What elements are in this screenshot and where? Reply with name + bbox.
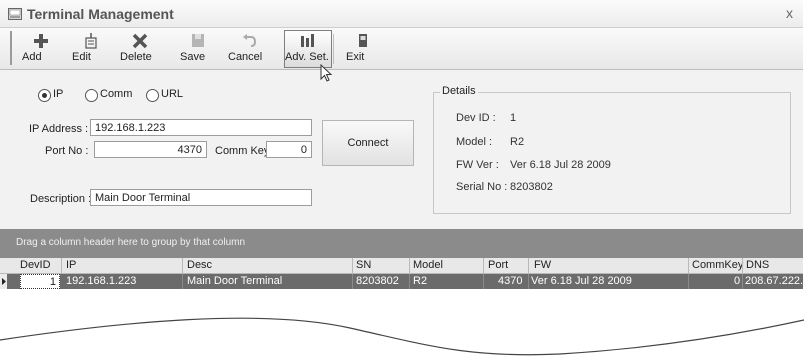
close-icon[interactable]: x (786, 5, 793, 21)
column-divider (688, 258, 689, 273)
exit-label: Exit (346, 51, 365, 63)
description-input[interactable]: Main Door Terminal (90, 189, 312, 206)
window-title: Terminal Management (27, 6, 174, 22)
description-label: Description : (30, 193, 92, 205)
delete-label: Delete (120, 51, 152, 63)
radio-url-label: URL (161, 88, 184, 100)
cancel-button[interactable]: Cancel (228, 31, 270, 67)
cell-divider (352, 274, 353, 289)
focused-cell[interactable]: 1 (20, 274, 60, 289)
cell-devid: 1 (49, 276, 56, 288)
port-input[interactable]: 4370 (94, 141, 207, 158)
column-divider (409, 258, 410, 273)
exit-button[interactable]: Exit (346, 31, 380, 67)
column-divider (182, 258, 183, 273)
undo-icon (243, 34, 257, 47)
group-by-hint: Drag a column header here to group by th… (16, 237, 246, 248)
advanced-settings-icon (301, 34, 314, 47)
cell-divider (742, 274, 743, 289)
cell-dns: 208.67.222. (745, 275, 804, 287)
devid-label: Dev ID : (456, 112, 496, 124)
devid-value: 1 (510, 112, 517, 124)
fw-ver-label: FW Ver : (456, 159, 499, 171)
column-header-dns[interactable]: DNS (746, 259, 769, 271)
save-label: Save (180, 51, 206, 63)
cell-port: 4370 (498, 275, 523, 287)
column-header-fw[interactable]: FW (534, 259, 551, 271)
row-indicator (0, 274, 7, 289)
column-header-port[interactable]: Port (488, 259, 508, 271)
radio-ip[interactable] (38, 89, 51, 102)
cell-divider (409, 274, 410, 289)
current-row-arrow-icon (2, 278, 6, 285)
mouse-cursor-icon (320, 64, 333, 82)
save-icon (192, 34, 204, 47)
model-label: Model : (456, 136, 493, 148)
cell-divider (528, 274, 529, 289)
cell-fw: Ver 6.18 Jul 28 2009 (531, 275, 632, 287)
edit-icon (85, 33, 97, 49)
add-label: Add (22, 51, 42, 63)
terminal-management-window: Terminal Management x Add Edit Delete Sa… (0, 0, 804, 362)
delete-x-icon (132, 33, 148, 49)
add-button[interactable]: Add (22, 31, 60, 67)
radio-comm-label: Comm (100, 88, 133, 100)
cell-commkey: 0 (734, 275, 741, 287)
cell-divider (182, 274, 183, 289)
adv-set-button[interactable]: Adv. Set. (284, 30, 332, 68)
ip-address-input[interactable]: 192.168.1.223 (90, 119, 312, 136)
column-header-model[interactable]: Model (413, 259, 443, 271)
serial-no-value: 8203802 (510, 181, 553, 193)
title-bar: Terminal Management x (0, 0, 803, 28)
serial-no-label: Serial No : (456, 181, 508, 193)
ip-address-label: IP Address : (29, 123, 89, 135)
cell-ip: 192.168.1.223 (66, 275, 137, 287)
cell-divider (688, 274, 689, 289)
toolbar: Add Edit Delete Save Cancel Adv. Set. Ex… (0, 28, 803, 82)
commkey-input[interactable]: 0 (266, 141, 312, 158)
group-by-panel[interactable]: Drag a column header here to group by th… (0, 229, 803, 258)
save-button[interactable]: Save (180, 31, 216, 67)
column-header-commkey[interactable]: CommKey (692, 259, 743, 271)
column-divider (528, 258, 529, 273)
grid-header: DevID IP Desc SN Model Port FW CommKey D… (0, 258, 803, 274)
model-value: R2 (510, 136, 525, 148)
table-row[interactable]: 1 192.168.1.223 Main Door Terminal 82038… (7, 274, 803, 289)
cell-sn: 8203802 (356, 275, 399, 287)
edit-label: Edit (72, 51, 91, 63)
port-label: Port No : (45, 145, 89, 157)
toolbar-grip (10, 31, 12, 65)
radio-ip-label: IP (53, 88, 64, 100)
column-divider (483, 258, 484, 273)
cell-divider (483, 274, 484, 289)
details-legend: Details (440, 85, 478, 97)
cell-model: R2 (413, 275, 428, 287)
column-divider (61, 258, 62, 273)
plus-icon (34, 34, 48, 48)
details-group (433, 92, 791, 214)
adv-set-label: Adv. Set. (285, 51, 329, 63)
radio-url[interactable] (146, 89, 159, 102)
delete-button[interactable]: Delete (120, 31, 160, 67)
column-header-devid[interactable]: DevID (20, 259, 51, 271)
terminal-app-icon (8, 8, 22, 20)
cell-desc: Main Door Terminal (187, 275, 283, 287)
column-divider (352, 258, 353, 273)
radio-comm[interactable] (85, 89, 98, 102)
cancel-label: Cancel (228, 51, 263, 63)
column-header-ip[interactable]: IP (66, 259, 76, 271)
column-header-sn[interactable]: SN (356, 259, 371, 271)
column-header-desc[interactable]: Desc (187, 259, 212, 271)
connect-button[interactable]: Connect (322, 120, 414, 166)
toolbar-separator (333, 34, 334, 64)
radio-selected-dot (42, 93, 47, 98)
exit-door-icon (359, 34, 367, 47)
fw-ver-value: Ver 6.18 Jul 28 2009 (510, 159, 611, 171)
torn-edge-decoration (0, 317, 804, 362)
edit-button[interactable]: Edit (72, 31, 110, 67)
column-divider (742, 258, 743, 273)
